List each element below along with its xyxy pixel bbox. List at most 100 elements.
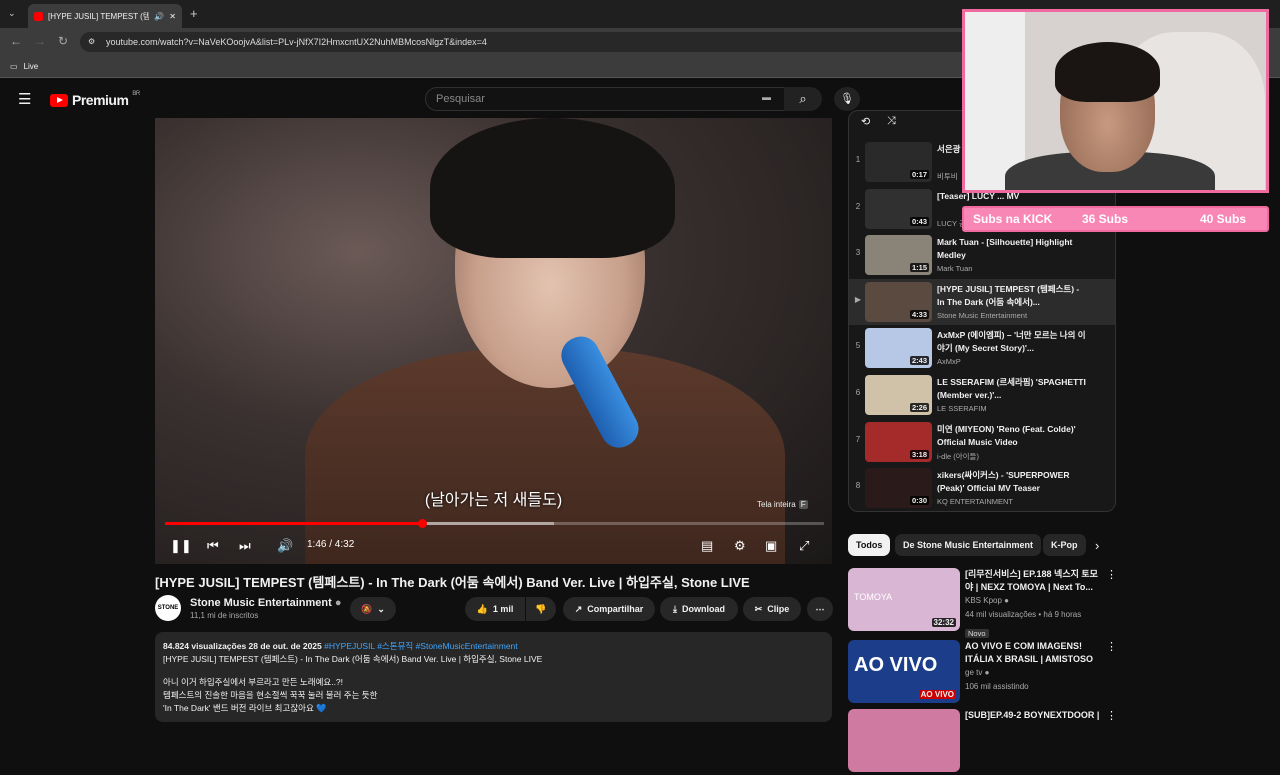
rec-title: [리무진서비스] EP.188 넥스지 토모야 | NEXZ TOMOYA | … <box>965 569 1098 592</box>
mic-icon: 🎙 <box>840 93 854 105</box>
description-line: 템페스트의 진솔한 마음을 현소절씩 꾹꾹 눌러 불러 주는 듯한 <box>163 690 378 700</box>
tab-close-icon[interactable]: ✕ <box>169 12 176 21</box>
caption-text: (날아가는 저 새들도) <box>424 492 563 509</box>
site-info-icon[interactable]: ⚙ <box>88 32 95 52</box>
playlist-channel: Mark Tuan <box>937 264 973 274</box>
hashtags[interactable]: #HYPEJUSIL #스톤뮤직 #StoneMusicEntertainmen… <box>324 641 518 651</box>
playlist-thumbnail: 3:18 <box>865 421 932 462</box>
playlist-index: 1 <box>855 155 861 164</box>
download-button[interactable]: ⤓ Download <box>660 597 738 621</box>
playlist-item[interactable]: ▶ 4:33 [HYPE JUSIL] TEMPEST (템페스트) - In Th… <box>849 278 1115 325</box>
playlist-item[interactable]: 6 2:26 LE SSERAFIM (르세라핌) 'SPAGHETTI (Memb… <box>849 372 1115 418</box>
keyboard-icon[interactable]: ▬ <box>762 92 771 102</box>
playlist-thumbnail: 2:43 <box>865 328 932 369</box>
video-player[interactable]: (날아가는 저 새들도) Tela inteira F ❚❚ ⏮ ⏭ 🔊 1:46… <box>155 118 832 564</box>
notifications-button[interactable]: 🔕 ⌄ <box>350 597 396 621</box>
browser-tab[interactable]: [HYPE JUSIL] TEMPEST (템페 🔊 ✕ <box>28 4 182 28</box>
subs-goal-bar: Subs na KICK 36 Subs 40 Subs <box>962 206 1269 232</box>
loop-icon[interactable]: ⟲ <box>861 115 870 128</box>
playlist-duration: 2:43 <box>909 356 929 366</box>
youtube-favicon-icon <box>34 11 43 21</box>
playlist-channel: 비투비 <box>937 172 958 181</box>
rec-badge-wrap: Novo <box>965 623 989 641</box>
channel-name[interactable]: Stone Music Entertainment ● <box>190 597 342 609</box>
playlist-thumbnail: 2:26 <box>865 375 932 415</box>
fullscreen-key: F <box>798 500 808 509</box>
playlist-title: Mark Tuan - [Silhouette] Highlight Medle… <box>937 237 1073 261</box>
new-tab-icon[interactable]: + <box>190 6 198 21</box>
youtube-logo[interactable]: Premium BR <box>50 91 140 108</box>
description-line: 아니 이거 하입주실에서 부르라고 만든 노래예요..?! <box>163 677 344 687</box>
scissors-icon: ✂ <box>754 603 763 614</box>
chip-channel[interactable]: De Stone Music Entertainment <box>895 534 1042 556</box>
progress-bar[interactable] <box>165 519 824 528</box>
scrubber-handle[interactable] <box>418 519 427 528</box>
more-icon[interactable]: ⋮ <box>1106 568 1117 581</box>
subtitles-icon[interactable]: ▤ <box>701 538 713 554</box>
video-title: [HYPE JUSIL] TEMPEST (템페스트) - In The Dar… <box>155 575 750 590</box>
more-icon: ⋯ <box>815 603 825 614</box>
playlist-title: LE SSERAFIM (르세라핌) 'SPAGHETTI (Member ve… <box>937 377 1086 400</box>
tab-list-icon[interactable]: ⌄ <box>8 8 16 19</box>
chip-kpop[interactable]: K-Pop <box>1043 534 1086 556</box>
chip-all[interactable]: Todos <box>848 534 891 556</box>
playlist-item[interactable]: 3 1:15 Mark Tuan - [Silhouette] Highlight … <box>849 232 1115 278</box>
verified-icon: ● <box>984 668 990 677</box>
thumbs-down-icon: 👎 <box>535 603 547 614</box>
player-controls: ❚❚ ⏮ ⏭ 🔊 1:46 / 4:32 ▤ ⚙ ▣ ⤢ <box>155 530 832 564</box>
playlist-thumbnail: 4:33 <box>865 281 932 322</box>
share-button[interactable]: ↗ Compartilhar <box>563 597 655 621</box>
miniplayer-icon[interactable]: ▣ <box>765 538 777 554</box>
clip-button[interactable]: ✂ Clipe <box>743 597 801 621</box>
playlist-title: 미연 (MIYEON) 'Reno (Feat. Colde)' Officia… <box>937 423 1076 447</box>
playlist-thumbnail: 0:30 <box>865 468 932 509</box>
settings-icon[interactable]: ⚙ <box>734 538 746 554</box>
rec-duration: AO VIVO <box>918 690 956 699</box>
shuffle-icon[interactable]: ⤨ <box>887 115 896 128</box>
volume-icon[interactable]: 🔊 <box>277 538 293 554</box>
next-icon[interactable]: ⏭ <box>239 538 251 554</box>
previous-icon[interactable]: ⏮ <box>207 538 219 554</box>
playlist-index: 7 <box>855 434 861 444</box>
time-display: 1:46 / 4:32 <box>307 539 355 550</box>
description-line: 'In The Dark' 밴드 버전 라이브 최고잖아요 💙 <box>163 703 327 713</box>
bookmark-live[interactable]: Live <box>24 62 39 71</box>
menu-icon[interactable]: ☰ <box>18 90 31 108</box>
playlist-item[interactable]: 8 0:30 xikers(싸이커스) - 'SUPERPOWER (Peak)' … <box>849 465 1115 511</box>
recommended-video[interactable]: AO VIVO AO VIVO AO VIVO E COM IMAGENS! ITÁ… <box>848 640 1118 706</box>
recommended-video[interactable]: TOMOYA 32:32 [리무진서비스] EP.188 넥스지 토모야 | NEX… <box>848 568 1118 638</box>
channel-avatar[interactable]: STONE <box>155 595 181 621</box>
description-box[interactable]: 84.824 visualizações 28 de out. de 2025 … <box>155 632 832 722</box>
recommended-video[interactable]: [SUB]EP.49-2 BOYNEXTDOOR | ⋮ <box>848 709 1118 775</box>
subs-label: Subs na KICK <box>973 212 1053 226</box>
like-count: 1 mil <box>492 604 514 614</box>
more-icon[interactable]: ⋮ <box>1106 709 1117 722</box>
tab-title: [HYPE JUSIL] TEMPEST (템페 <box>48 11 150 21</box>
playlist-channel: i-dle (아이들) <box>937 451 979 461</box>
voice-search-button[interactable]: 🎙 <box>834 87 860 111</box>
forward-icon[interactable]: → <box>34 34 46 48</box>
playlist-duration: 4:33 <box>909 309 929 319</box>
search-icon: ⌕ <box>799 91 807 106</box>
chevron-right-icon[interactable]: › <box>1095 538 1099 553</box>
playlist-channel: LE SSERAFIM <box>937 404 987 413</box>
playlist-item[interactable]: 5 2:43 AxMxP (에이엠피) – '너만 모르는 나의 이야기 (My S… <box>849 325 1115 371</box>
playlist-item[interactable]: 7 3:18 미연 (MIYEON) 'Reno (Feat. Colde)' Of… <box>849 419 1115 465</box>
search-button[interactable]: ⌕ <box>784 87 822 111</box>
webcam-overlay <box>962 9 1269 193</box>
playlist-channel: Stone Music Entertainment <box>937 310 1028 320</box>
fullscreen-icon[interactable]: ⤢ <box>799 538 809 554</box>
more-icon[interactable]: ⋮ <box>1106 640 1117 653</box>
rec-thumbnail: AO VIVO AO VIVO <box>848 640 960 703</box>
pause-icon[interactable]: ❚❚ <box>170 538 192 554</box>
verified-icon: ● <box>1004 596 1009 605</box>
dislike-button[interactable]: 👎 <box>526 597 556 621</box>
playlist-duration: 2:26 <box>909 403 929 412</box>
rec-duration: 32:32 <box>931 618 956 627</box>
audio-icon[interactable]: 🔊 <box>154 12 164 21</box>
reload-icon[interactable]: ↻ <box>58 34 68 48</box>
back-icon[interactable]: ← <box>10 34 22 48</box>
more-actions-button[interactable]: ⋯ <box>807 597 833 621</box>
like-button[interactable]: 👍 1 mil <box>465 597 525 621</box>
search-input[interactable]: Pesquisar <box>425 87 785 111</box>
